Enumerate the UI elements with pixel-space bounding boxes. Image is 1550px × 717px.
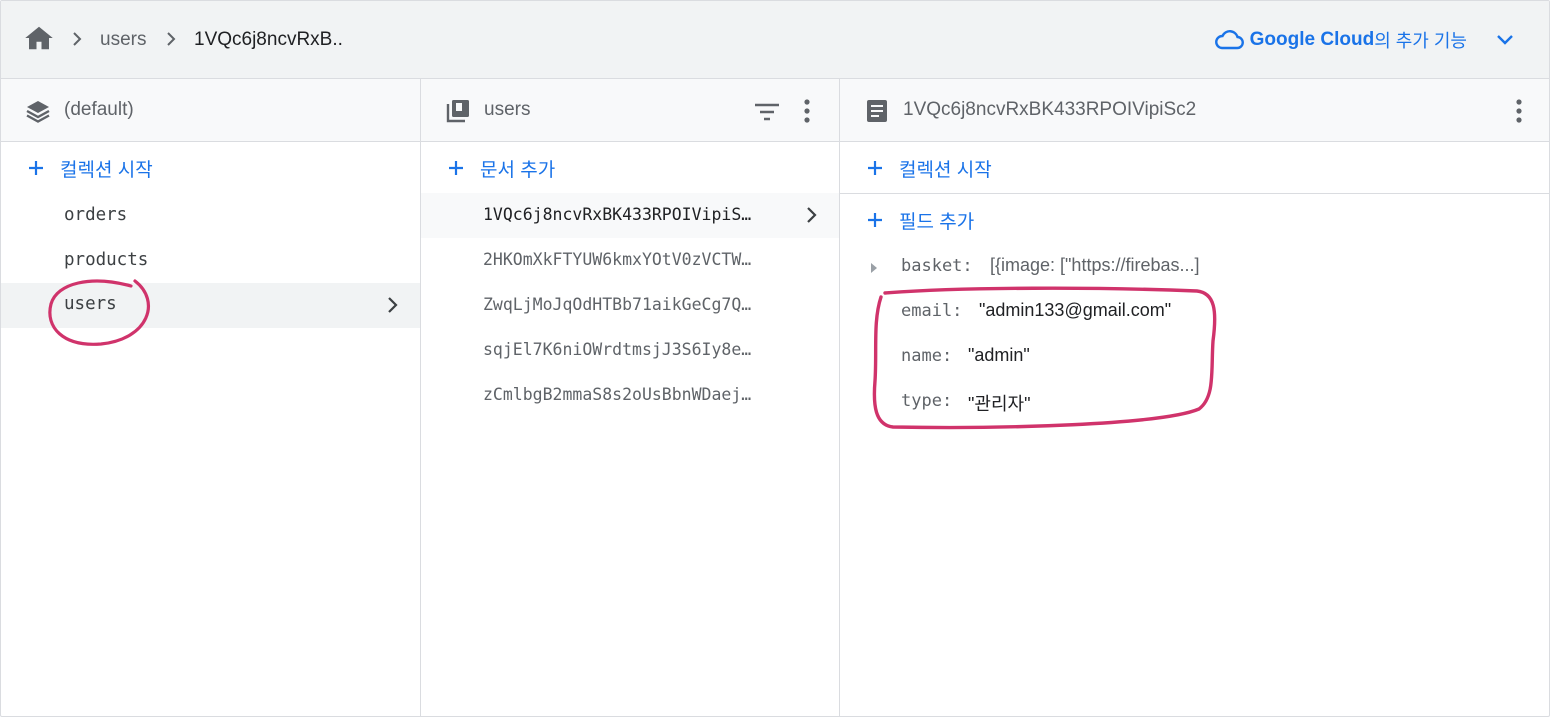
add-field-label: 필드 추가 <box>899 211 975 233</box>
firestore-data-viewer: users 1VQc6j8ncvRxB.. Google Cloud 의 추가 … <box>0 0 1550 717</box>
root-panel-header: (default) <box>1 79 420 142</box>
field-row-email[interactable]: email: "admin133@gmail.com" <box>840 291 1549 331</box>
collection-panel-header: users <box>421 79 839 142</box>
collection-panel: users 문서 추가 1VQc6j8ncvRxBK433RPOIVipiS… <box>421 79 840 716</box>
start-subcollection-label: 컬렉션 시작 <box>899 159 992 181</box>
collection-title: users <box>484 99 531 120</box>
field-key: name: <box>901 346 953 366</box>
field-value: "관리자" <box>968 394 1031 414</box>
field-row-name[interactable]: name: "admin" <box>840 336 1549 376</box>
collection-name: orders <box>64 205 128 225</box>
collection-name: products <box>64 250 149 270</box>
start-collection-button[interactable]: 컬렉션 시작 <box>1 142 420 194</box>
add-document-label: 문서 추가 <box>480 159 556 181</box>
google-cloud-extensions-button[interactable]: Google Cloud 의 추가 기능 <box>1214 26 1515 54</box>
more-vert-icon[interactable] <box>802 98 812 124</box>
breadcrumb-current-document[interactable]: 1VQc6j8ncvRxB.. <box>194 29 343 51</box>
google-cloud-brand: Google Cloud <box>1249 29 1375 50</box>
field-value: "admin133@gmail.com" <box>979 300 1172 320</box>
collection-item-orders[interactable]: orders <box>1 194 420 239</box>
document-panel: 1VQc6j8ncvRxBK433RPOIVipiSc2 컬렉션 시작 필드 추… <box>840 79 1549 716</box>
document-item[interactable]: 2HKOmXkFTYUW6kmxYOtV0zVCTW… <box>421 238 839 283</box>
expand-triangle-icon[interactable] <box>870 262 878 274</box>
document-id: zCmlbgB2mmaS8s2oUsBbnWDaej… <box>483 385 752 404</box>
plus-icon <box>449 161 463 175</box>
chevron-down-icon <box>1497 35 1513 45</box>
field-row-basket[interactable]: basket: [{image: ["https://firebas...] <box>840 246 1549 286</box>
plus-icon <box>29 161 43 175</box>
more-vert-icon[interactable] <box>1514 98 1524 124</box>
field-key: type: <box>901 391 953 411</box>
document-item[interactable]: sqjEl7K6niOWrdtmsjJ3S6Iy8e… <box>421 328 839 373</box>
google-cloud-label: 의 추가 기능 <box>1374 31 1467 51</box>
chevron-right-icon <box>388 297 398 313</box>
filter-icon[interactable] <box>754 103 780 121</box>
plus-icon <box>868 161 882 175</box>
start-collection-label: 컬렉션 시작 <box>60 159 153 181</box>
field-value: "admin" <box>968 345 1030 365</box>
document-id: 2HKOmXkFTYUW6kmxYOtV0zVCTW… <box>483 250 752 269</box>
cloud-icon <box>1214 30 1244 50</box>
plus-icon <box>868 213 882 227</box>
document-id: 1VQc6j8ncvRxBK433RPOIVipiS… <box>483 205 752 224</box>
document-icon <box>867 100 887 122</box>
collection-name: users <box>64 294 117 314</box>
database-stack-icon <box>26 101 50 123</box>
document-title: 1VQc6j8ncvRxBK433RPOIVipiSc2 <box>903 99 1197 120</box>
document-panel-header: 1VQc6j8ncvRxBK433RPOIVipiSc2 <box>840 79 1549 142</box>
field-value: [{image: ["https://firebas...] <box>990 255 1200 275</box>
collection-icon <box>446 100 469 123</box>
document-id: sqjEl7K6niOWrdtmsjJ3S6Iy8e… <box>483 340 752 359</box>
document-item[interactable]: ZwqLjMoJqOdHTBb71aikGeCg7Q… <box>421 283 839 328</box>
collection-item-users[interactable]: users <box>1 283 420 328</box>
field-row-type[interactable]: type: "관리자" <box>840 381 1549 421</box>
breadcrumb-bar: users 1VQc6j8ncvRxB.. Google Cloud 의 추가 … <box>1 1 1549 79</box>
start-subcollection-button[interactable]: 컬렉션 시작 <box>840 142 1549 194</box>
chevron-right-icon <box>167 32 176 46</box>
collection-item-products[interactable]: products <box>1 239 420 284</box>
add-document-button[interactable]: 문서 추가 <box>421 142 839 194</box>
root-panel: (default) 컬렉션 시작 orders products users <box>1 79 421 716</box>
breadcrumb-users[interactable]: users <box>100 29 146 51</box>
field-key: basket: <box>901 256 973 276</box>
chevron-right-icon <box>807 207 817 223</box>
database-title: (default) <box>64 99 134 120</box>
document-item[interactable]: 1VQc6j8ncvRxBK433RPOIVipiS… <box>421 193 839 238</box>
add-field-button[interactable]: 필드 추가 <box>840 194 1549 246</box>
document-id: ZwqLjMoJqOdHTBb71aikGeCg7Q… <box>483 295 752 314</box>
document-item[interactable]: zCmlbgB2mmaS8s2oUsBbnWDaej… <box>421 373 839 418</box>
home-icon[interactable] <box>24 25 54 51</box>
field-key: email: <box>901 301 963 321</box>
chevron-right-icon <box>73 32 82 46</box>
